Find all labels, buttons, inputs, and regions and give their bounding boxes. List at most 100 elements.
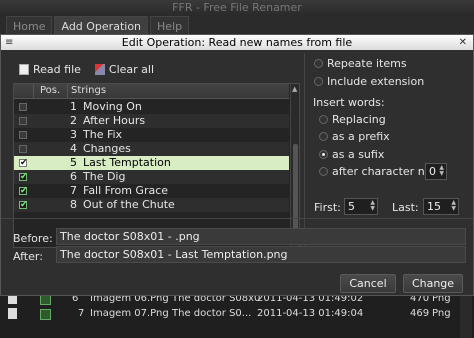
file-row[interactable]: 7 Imagem 07.Png The doctor S0... 2011-04… xyxy=(0,306,474,321)
change-button[interactable]: Change xyxy=(403,274,463,293)
row-pos: 7 xyxy=(70,184,77,197)
radio[interactable] xyxy=(319,115,328,124)
app-title-bar: FFR - Free File Renamer xyxy=(0,0,474,16)
after-character-value: 0 xyxy=(429,165,436,178)
panel-divider xyxy=(304,53,305,253)
scroll-up-icon[interactable]: ▲ xyxy=(292,85,297,93)
edit-operation-dialog: ≡ Edit Operation: Read new names from fi… xyxy=(0,34,474,296)
file-date: 2011-04-13 01:49:04 xyxy=(257,308,364,319)
row-pos: 4 xyxy=(70,142,77,155)
before-field: The doctor S08x01 - .png xyxy=(56,228,466,245)
row-pos: 5 xyxy=(70,156,77,169)
row-pos: 3 xyxy=(70,128,77,141)
row-checkbox[interactable] xyxy=(19,145,27,153)
insert-words-label: Insert words: xyxy=(313,96,385,109)
row-checkbox[interactable] xyxy=(19,131,27,139)
row-string: The Dig xyxy=(83,170,126,183)
file-size: 469 xyxy=(410,308,430,319)
row-checkbox[interactable]: ✔ xyxy=(19,201,28,210)
row-string: After Hours xyxy=(83,114,146,127)
close-icon[interactable]: ✕ xyxy=(459,35,467,50)
table-row[interactable]: 4 Changes xyxy=(14,142,289,156)
last-value: 15 xyxy=(427,200,441,213)
radio-selected[interactable] xyxy=(319,150,328,159)
last-spinner[interactable]: 15 ▲ ▼ xyxy=(423,198,459,215)
radio[interactable] xyxy=(314,59,323,68)
row-pos: 8 xyxy=(70,198,77,211)
dialog-title-bar: ≡ Edit Operation: Read new names from fi… xyxy=(1,35,473,50)
row-pos: 6 xyxy=(70,170,77,183)
spinner-arrows-icon[interactable]: ▲ ▼ xyxy=(439,165,444,177)
row-string: The Fix xyxy=(83,128,123,141)
row-pos: 2 xyxy=(70,114,77,127)
file-name: Imagem 07.Png xyxy=(90,308,169,319)
replacing-option[interactable]: Replacing xyxy=(319,113,386,126)
table-row[interactable]: ✔ 6 The Dig xyxy=(14,170,289,184)
row-checkbox[interactable] xyxy=(19,103,27,111)
repeat-items-option[interactable]: Repeate items xyxy=(314,57,407,70)
strings-table: Pos. Strings 1 Moving On 2 After Hours 3 The … xyxy=(13,83,300,248)
table-scrollbar[interactable]: ▲ ▼ xyxy=(290,84,299,247)
row-checkbox[interactable]: ✔ xyxy=(19,187,28,196)
suffix-option[interactable]: as a sufix xyxy=(319,148,384,161)
replacing-label: Replacing xyxy=(332,113,386,126)
table-row[interactable]: 1 Moving On xyxy=(14,100,289,114)
document-icon xyxy=(19,63,29,75)
radio[interactable] xyxy=(314,77,323,86)
row-checkbox[interactable] xyxy=(19,117,27,125)
clear-all-button[interactable]: Clear all xyxy=(94,61,155,77)
cancel-button[interactable]: Cancel xyxy=(340,274,396,293)
suffix-label: as a sufix xyxy=(332,148,385,161)
repeat-items-label: Repeate items xyxy=(327,57,407,70)
spinner-arrows-icon[interactable]: ▲ ▼ xyxy=(370,200,375,212)
file-list: 6 Imagem 06.Png The doctor S08x0 2011-04… xyxy=(0,292,474,338)
table-row[interactable]: ✔ 7 Fall From Grace xyxy=(14,184,289,198)
after-character-label: after character nº: xyxy=(332,165,434,178)
file-checkbox[interactable] xyxy=(40,309,51,320)
app-title: FFR - Free File Renamer xyxy=(172,1,302,14)
row-checkbox[interactable]: ✔ xyxy=(19,159,28,168)
radio[interactable] xyxy=(319,167,328,176)
tab-home[interactable]: Home xyxy=(6,16,53,36)
spinner-arrows-icon[interactable]: ▲ ▼ xyxy=(451,200,456,212)
window-menu-icon[interactable]: ≡ xyxy=(5,35,13,50)
row-string: Moving On xyxy=(83,100,142,113)
first-value: 5 xyxy=(348,200,355,213)
dialog-toolbar: Read file Clear all xyxy=(19,61,154,77)
tab-add-operation[interactable]: Add Operation xyxy=(54,16,149,36)
table-row[interactable]: 3 The Fix xyxy=(14,128,289,142)
read-file-label: Read file xyxy=(33,62,81,76)
dialog-title: Edit Operation: Read new names from file xyxy=(121,36,353,49)
last-label: Last: xyxy=(392,201,419,214)
row-string: Changes xyxy=(83,142,131,155)
first-spinner[interactable]: 5 ▲ ▼ xyxy=(344,198,378,215)
file-type: Png xyxy=(432,308,451,319)
read-file-button[interactable]: Read file xyxy=(19,61,81,77)
include-extension-label: Include extension xyxy=(327,75,425,88)
table-row[interactable]: 2 After Hours xyxy=(14,114,289,128)
row-string: Last Temptation xyxy=(83,156,171,169)
table-row[interactable]: ✔ 5 Last Temptation xyxy=(14,156,289,170)
column-strings[interactable]: Strings xyxy=(67,84,289,98)
after-character-spinner[interactable]: 0 ▲ ▼ xyxy=(425,163,447,180)
clear-all-label: Clear all xyxy=(108,62,155,76)
table-row[interactable]: ✔ 8 Out of the Chute xyxy=(14,198,289,212)
before-label: Before: xyxy=(13,232,53,245)
app-tabs: Home Add Operation Help xyxy=(6,16,190,36)
include-extension-option[interactable]: Include extension xyxy=(314,75,424,88)
row-checkbox[interactable]: ✔ xyxy=(19,173,28,182)
after-character-option[interactable]: after character nº: xyxy=(319,165,434,178)
first-label: First: xyxy=(314,201,341,214)
row-string: Fall From Grace xyxy=(83,184,169,197)
column-pos[interactable]: Pos. xyxy=(33,84,67,98)
prefix-option[interactable]: as a prefix xyxy=(319,130,390,143)
after-field: The doctor S08x01 - Last Temptation.png xyxy=(56,246,466,263)
file-newname: The doctor S0... xyxy=(172,308,252,319)
file-list-scrollbar[interactable] xyxy=(460,290,472,338)
prefix-label: as a prefix xyxy=(332,130,390,143)
tab-help[interactable]: Help xyxy=(150,16,190,36)
row-pos: 1 xyxy=(70,100,77,113)
clear-icon xyxy=(94,63,105,75)
table-header: Pos. Strings xyxy=(14,84,289,99)
radio[interactable] xyxy=(319,132,328,141)
